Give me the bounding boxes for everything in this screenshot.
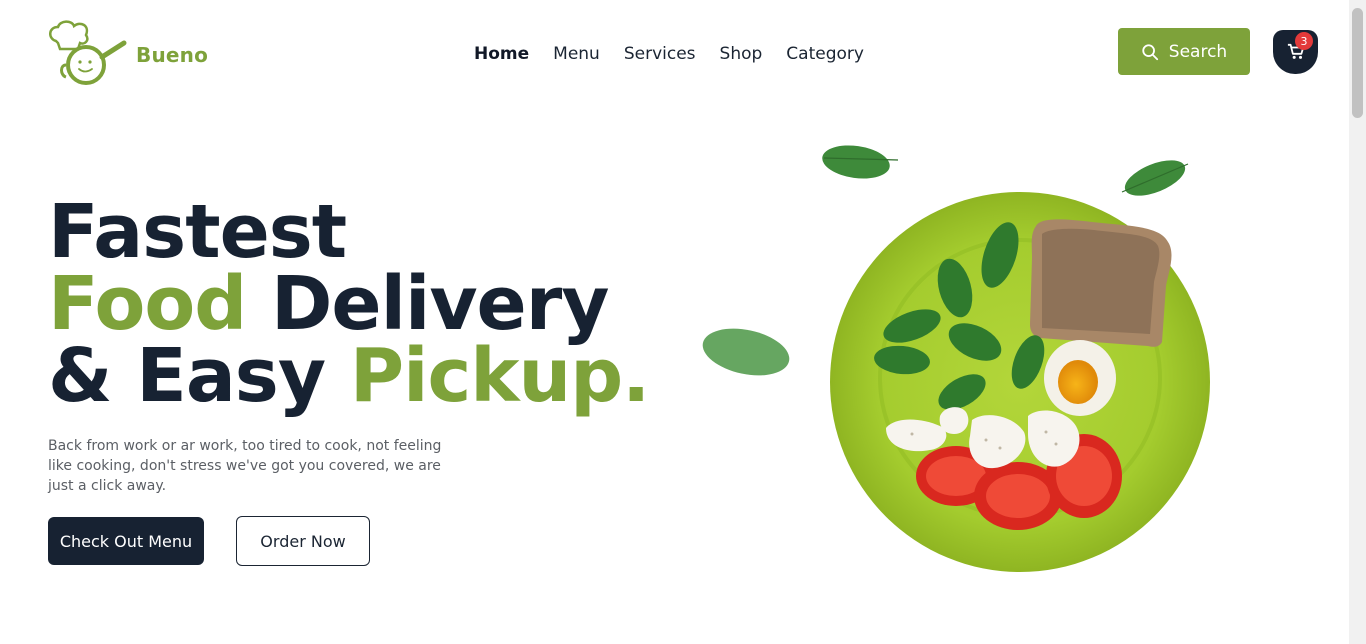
basil-leaf-float-1: [822, 145, 899, 179]
nav-category[interactable]: Category: [786, 44, 864, 64]
basil-leaf-float-3: [702, 328, 790, 376]
nav-home[interactable]: Home: [474, 44, 529, 64]
basil-leaf-float-2: [1121, 160, 1189, 196]
search-button[interactable]: Search: [1118, 28, 1250, 75]
nav-services[interactable]: Services: [624, 44, 696, 64]
cart-count-badge: 3: [1295, 32, 1313, 50]
hero-line-1: Fastest: [48, 189, 347, 275]
hero-word-pickup: Pickup.: [349, 333, 650, 419]
hero-word-easy: & Easy: [48, 333, 326, 419]
nav-shop[interactable]: Shop: [720, 44, 763, 64]
brand-logo[interactable]: Bueno: [46, 18, 216, 88]
hero-description: Back from work or ar work, too tired to …: [48, 438, 442, 494]
cart-button[interactable]: 3: [1273, 30, 1318, 74]
order-now-button[interactable]: Order Now: [236, 516, 370, 566]
hero-title: Fastest Food Delivery & Easy Pickup.: [48, 189, 650, 413]
page-scrollbar[interactable]: [1349, 0, 1366, 644]
hero-line-3: & Easy Pickup.: [48, 339, 650, 413]
search-icon: [1142, 43, 1158, 60]
chef-pan-icon: [49, 20, 127, 85]
hero-line-2: Food Delivery: [48, 267, 649, 341]
landing-page: Bueno Home Menu Services Shop Category S…: [0, 0, 1366, 644]
brand-name: Bueno: [136, 43, 209, 67]
food-plate-image: [702, 145, 1210, 572]
main-nav: Home Menu Services Shop Category: [474, 44, 864, 64]
search-button-label: Search: [1168, 41, 1228, 62]
nav-menu[interactable]: Menu: [553, 44, 600, 64]
check-out-menu-button[interactable]: Check Out Menu: [48, 517, 204, 565]
scrollbar-thumb[interactable]: [1352, 8, 1363, 118]
